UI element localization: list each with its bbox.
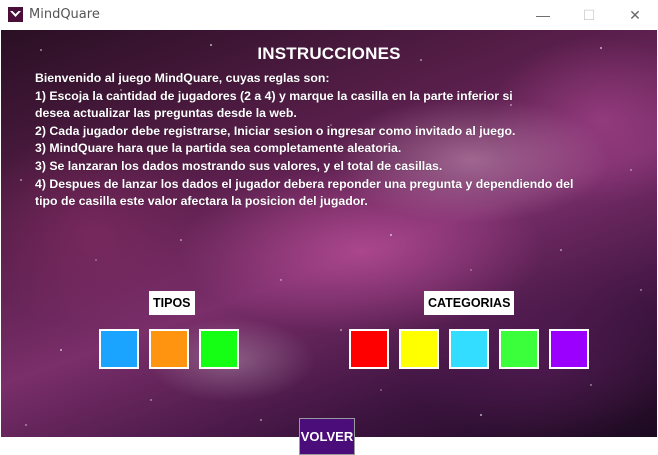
tipo-swatch bbox=[99, 329, 139, 369]
categoria-swatch bbox=[499, 329, 539, 369]
volver-button[interactable]: VOLVER bbox=[299, 418, 355, 455]
rule-line: Bienvenido al juego MindQuare, cuyas reg… bbox=[35, 71, 330, 85]
minimize-icon: — bbox=[536, 7, 550, 23]
rule-line: 2) Cada jugador debe registrarse, Inicia… bbox=[35, 123, 516, 138]
instructions-heading: INSTRUCCIONES bbox=[257, 44, 401, 63]
mindquare-app-icon bbox=[8, 7, 23, 22]
tipo-swatch bbox=[199, 329, 239, 369]
close-icon: ✕ bbox=[629, 6, 641, 23]
rule-line: 1) Escoja la cantidad de jugadores (2 a … bbox=[35, 88, 513, 103]
tipos-label: TIPOS bbox=[149, 291, 195, 315]
main-panel: INSTRUCCIONES Bienvenido al juego MindQu… bbox=[1, 30, 657, 437]
maximize-button[interactable]: ☐ bbox=[566, 0, 612, 30]
window-title: MindQuare bbox=[29, 7, 100, 22]
rule-line: 4) Despues de lanzar los dados el jugado… bbox=[35, 176, 574, 191]
title-bar: MindQuare — ☐ ✕ bbox=[0, 0, 658, 30]
rule-line: tipo de casilla este valor afectara la p… bbox=[35, 194, 368, 209]
instructions-text: Bienvenido al juego MindQuare, cuyas reg… bbox=[35, 70, 645, 211]
tipo-swatch bbox=[149, 329, 189, 369]
maximize-icon: ☐ bbox=[582, 6, 596, 23]
rule-line: 3) Se lanzaran los dados mostrando sus v… bbox=[35, 158, 443, 173]
categoria-swatch bbox=[549, 329, 589, 369]
close-button[interactable]: ✕ bbox=[612, 0, 658, 30]
categoria-swatch bbox=[449, 329, 489, 369]
rule-line: desea actualizar las preguntas desde la … bbox=[35, 106, 297, 121]
categorias-label: CATEGORIAS bbox=[424, 291, 515, 315]
minimize-button[interactable]: — bbox=[520, 0, 566, 30]
categoria-swatch bbox=[349, 329, 389, 369]
rule-line: 3) MindQuare hara que la partida sea com… bbox=[35, 141, 402, 156]
categoria-swatch bbox=[399, 329, 439, 369]
